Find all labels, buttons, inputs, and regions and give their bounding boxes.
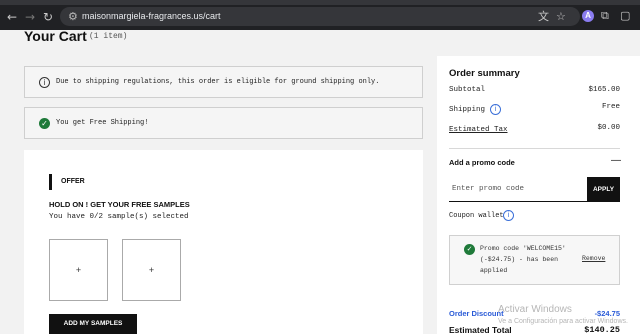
- forward-icon[interactable]: →: [25, 10, 35, 24]
- free-shipping-notice: ✓ You get Free Shipping!: [24, 107, 423, 139]
- shipping-value: Free: [601, 103, 620, 111]
- tax-value: $0.00: [597, 124, 620, 132]
- shipping-notice-text: Due to shipping regulations, this order …: [56, 78, 380, 86]
- bookmark-star-icon[interactable]: ☆: [556, 10, 566, 23]
- samples-count: You have 0/2 sample(s) selected: [49, 213, 189, 221]
- check-circle-icon: ✓: [39, 118, 50, 129]
- collapse-icon[interactable]: —: [611, 156, 621, 166]
- browser-toolbar: ← → ↻ ⚙ maisonmargiela-fragrances.us/car…: [0, 0, 640, 30]
- url-text: maisonmargiela-fragrances.us/cart: [82, 11, 221, 21]
- samples-title: HOLD ON ! GET YOUR FREE SAMPLES: [49, 200, 190, 209]
- offer-tag: OFFER: [49, 174, 85, 190]
- shipping-label: Shipping: [449, 106, 486, 114]
- remove-promo-link[interactable]: Remove: [582, 254, 605, 263]
- order-discount-label: Order Discount: [449, 309, 504, 318]
- apply-button[interactable]: APPLY: [587, 177, 620, 202]
- order-summary-title: Order summary: [449, 68, 520, 79]
- windows-watermark-subtitle: Ve a Configuración para activar Windows.: [498, 318, 628, 325]
- summary-divider: [449, 148, 620, 149]
- add-samples-button[interactable]: ADD MY SAMPLES: [49, 314, 137, 334]
- promo-applied-message: Promo code 'WELCOME15' (-$24.75) - has b…: [480, 245, 566, 274]
- extensions-icon[interactable]: ⧉: [601, 9, 609, 22]
- info-icon: i: [39, 77, 50, 88]
- sample-slot-1[interactable]: +: [49, 239, 108, 301]
- estimated-tax-link[interactable]: Estimated Tax: [449, 126, 508, 135]
- sample-slot-2[interactable]: +: [122, 239, 181, 301]
- promo-heading[interactable]: Add a promo code: [449, 158, 515, 167]
- translate-icon[interactable]: 文: [538, 10, 549, 23]
- estimated-total-label: Estimated Total: [449, 325, 512, 334]
- coupon-wallet-label[interactable]: Coupon wallet: [449, 212, 504, 221]
- promo-code-input[interactable]: [449, 177, 587, 202]
- page-title: Your Cart: [24, 28, 87, 44]
- item-count: (1 item): [89, 32, 128, 41]
- address-bar[interactable]: ⚙ maisonmargiela-fragrances.us/cart 文 ☆: [60, 7, 580, 26]
- sidebar-icon[interactable]: ▢: [620, 9, 630, 22]
- check-circle-icon: ✓: [464, 244, 475, 255]
- back-icon[interactable]: ←: [7, 10, 17, 24]
- subtotal-value: $165.00: [588, 86, 620, 94]
- tab-strip: [0, 0, 640, 5]
- windows-watermark-title: Activar Windows: [498, 304, 572, 315]
- estimated-total-value: $140.25: [584, 325, 620, 334]
- reload-icon[interactable]: ↻: [43, 10, 53, 24]
- wallet-info-icon[interactable]: i: [503, 210, 514, 221]
- profile-avatar[interactable]: A: [582, 10, 594, 22]
- shipping-notice: i Due to shipping regulations, this orde…: [24, 66, 423, 98]
- subtotal-label: Subtotal: [449, 86, 486, 94]
- site-info-icon[interactable]: ⚙: [68, 10, 78, 23]
- shipping-info-icon[interactable]: i: [490, 104, 501, 115]
- free-shipping-text: You get Free Shipping!: [56, 119, 149, 127]
